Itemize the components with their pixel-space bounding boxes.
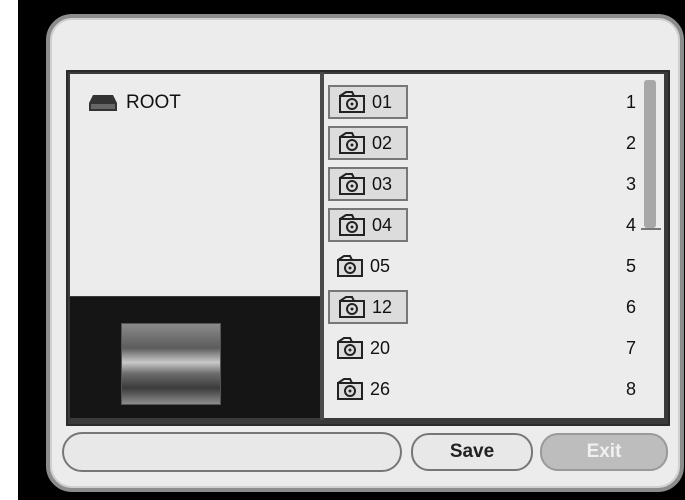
folder-label: 26 bbox=[370, 378, 391, 399]
list-item[interactable]: 20 7 bbox=[328, 331, 636, 367]
scrollbar-marker bbox=[641, 228, 661, 230]
status-field bbox=[62, 432, 402, 472]
folder-label: 03 bbox=[372, 173, 393, 194]
list-item[interactable]: 12 6 bbox=[328, 290, 636, 326]
folder-icon bbox=[337, 255, 363, 277]
folder-entry[interactable]: 26 bbox=[328, 372, 408, 406]
folder-icon bbox=[339, 214, 365, 236]
folder-label: 12 bbox=[372, 296, 393, 317]
folder-entry[interactable]: 20 bbox=[328, 331, 408, 365]
root-label: ROOT bbox=[126, 92, 181, 113]
save-button[interactable]: Save bbox=[411, 433, 533, 471]
list-item[interactable]: 05 5 bbox=[328, 249, 636, 285]
folder-icon bbox=[339, 91, 365, 113]
folder-label: 20 bbox=[370, 337, 391, 358]
folder-label: 01 bbox=[372, 91, 393, 112]
folder-label: 04 bbox=[372, 214, 393, 235]
folder-icon bbox=[339, 296, 365, 318]
item-number: 7 bbox=[625, 338, 636, 358]
item-number: 2 bbox=[625, 133, 636, 153]
folder-entry[interactable]: 12 bbox=[328, 290, 408, 324]
folder-icon bbox=[337, 337, 363, 359]
list-item[interactable]: 26 8 bbox=[328, 372, 636, 408]
folder-entry[interactable]: 03 bbox=[328, 167, 408, 201]
drive-icon bbox=[89, 95, 117, 111]
item-number: 1 bbox=[625, 92, 636, 112]
item-number: 4 bbox=[625, 215, 636, 235]
folder-icon bbox=[337, 378, 363, 400]
item-number: 3 bbox=[625, 174, 636, 194]
preview-image bbox=[121, 323, 221, 405]
root-node[interactable]: ROOT bbox=[88, 92, 181, 114]
folder-label: 05 bbox=[370, 255, 391, 276]
folder-label: 02 bbox=[372, 132, 393, 153]
folder-icon bbox=[339, 132, 365, 154]
item-number: 6 bbox=[625, 297, 636, 317]
folder-entry[interactable]: 05 bbox=[328, 249, 408, 283]
list-item[interactable]: 01 1 bbox=[328, 85, 636, 121]
folder-icon bbox=[339, 173, 365, 195]
exit-button[interactable]: Exit bbox=[540, 433, 668, 471]
item-number: 8 bbox=[625, 379, 636, 399]
folder-entry[interactable]: 04 bbox=[328, 208, 408, 242]
list-item[interactable]: 04 4 bbox=[328, 208, 636, 244]
folder-entry[interactable]: 02 bbox=[328, 126, 408, 160]
folder-entry[interactable]: 01 bbox=[328, 85, 408, 119]
list-item[interactable]: 03 3 bbox=[328, 167, 636, 203]
scrollbar-thumb[interactable] bbox=[644, 80, 656, 228]
item-number: 5 bbox=[625, 256, 636, 276]
list-item[interactable]: 02 2 bbox=[328, 126, 636, 162]
